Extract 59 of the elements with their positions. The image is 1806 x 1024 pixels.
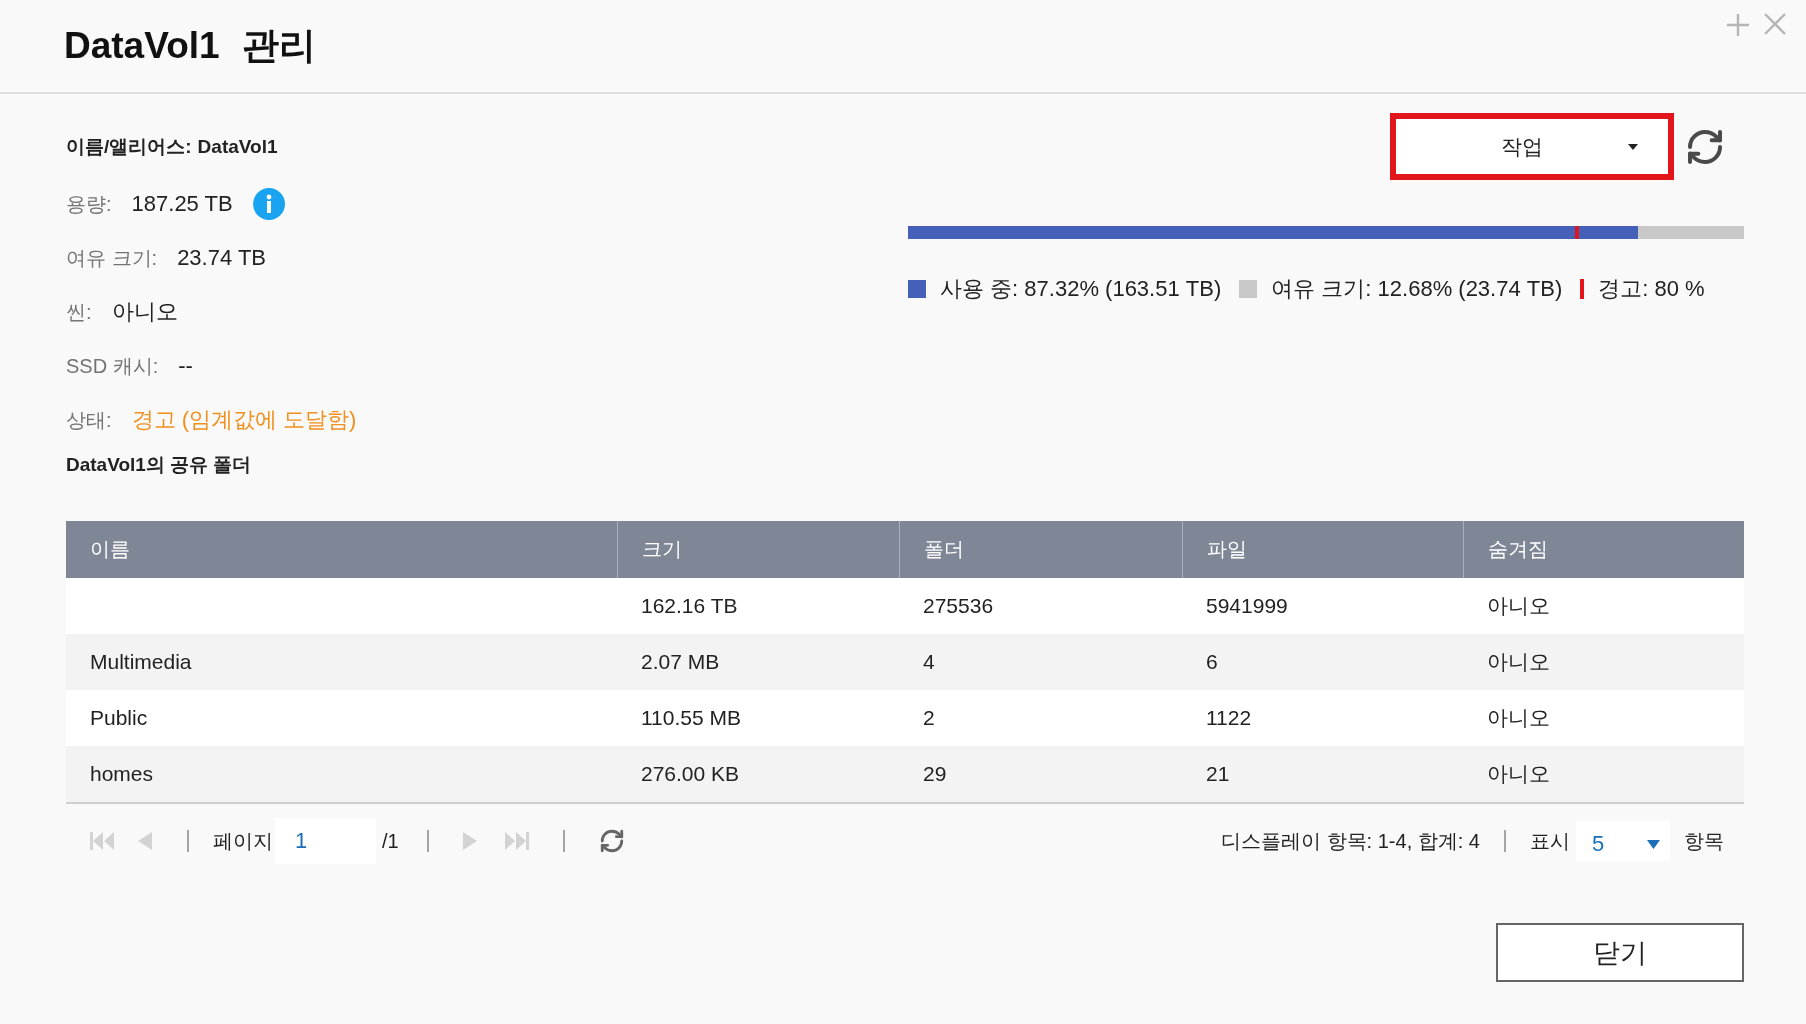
close-icon[interactable] bbox=[1764, 13, 1786, 35]
column-header: 크기 bbox=[642, 537, 682, 562]
detail-label: 여유 크기: bbox=[66, 245, 158, 271]
table-cell: 21 bbox=[1206, 762, 1230, 786]
page-label: 페이지 bbox=[213, 828, 273, 854]
table-cell: 275536 bbox=[923, 594, 994, 618]
caret-icon bbox=[1628, 143, 1638, 150]
per-page-unit: 항목 bbox=[1684, 828, 1724, 854]
table-cell: 5941999 bbox=[1206, 594, 1288, 618]
detail-label: 용량: bbox=[66, 191, 112, 217]
detail-value: DataVol1 bbox=[197, 136, 278, 158]
info-icon[interactable] bbox=[252, 188, 285, 220]
table-cell: 29 bbox=[923, 762, 947, 786]
detail-value: 187.25 TB bbox=[131, 191, 233, 217]
table-cell: homes bbox=[90, 762, 154, 786]
table-cell: 2.07 MB bbox=[641, 650, 720, 674]
column-header: 파일 bbox=[1207, 537, 1247, 562]
table-cell: 276.00 KB bbox=[641, 762, 740, 786]
table-cell: 2 bbox=[923, 706, 935, 730]
status-value: 경고 (임계값에 도달함) bbox=[131, 406, 357, 434]
table-cell: 1122 bbox=[1206, 706, 1252, 730]
window-title: DataVol1 관리 bbox=[64, 24, 316, 68]
detail-value: 아니오 bbox=[111, 298, 178, 326]
detail-label: SSD 캐시: bbox=[66, 353, 159, 379]
detail-label: 상태: bbox=[66, 407, 112, 433]
table-cell-text: 아니오 bbox=[1487, 761, 1550, 787]
page-total: /1 bbox=[382, 829, 399, 853]
detail-label: 씬: bbox=[66, 299, 92, 325]
table-cell-text: 아니오 bbox=[1487, 705, 1550, 731]
table-cell-text: 아니오 bbox=[1487, 593, 1550, 619]
table-cell-text: 아니오 bbox=[1487, 649, 1550, 675]
column-header: 이름 bbox=[90, 537, 130, 562]
table-cell: 4 bbox=[923, 650, 935, 674]
warning-mark-icon bbox=[1580, 279, 1585, 299]
detail-label: 이름/앨리어스: bbox=[66, 135, 192, 159]
refresh-icon[interactable] bbox=[598, 828, 625, 854]
per-page-label: 표시 bbox=[1530, 828, 1570, 854]
close-button[interactable]: 닫기 bbox=[1496, 923, 1744, 982]
column-header: 폴더 bbox=[924, 537, 964, 562]
actions-dropdown[interactable]: 작업 bbox=[1390, 113, 1674, 180]
plus-icon[interactable] bbox=[1726, 13, 1750, 37]
free-swatch-icon bbox=[1239, 280, 1258, 298]
table-cell: 110.55 MB bbox=[641, 706, 741, 730]
table-cell: 162.16 TB bbox=[641, 594, 738, 618]
detail-value: 23.74 TB bbox=[177, 245, 266, 271]
used-swatch-icon bbox=[908, 280, 926, 298]
caret-icon bbox=[1647, 839, 1660, 849]
legend-text: 사용 중: 87.32% (163.51 TB) bbox=[940, 275, 1222, 303]
table-cell: Multimedia bbox=[90, 650, 192, 674]
table-cell: 6 bbox=[1206, 650, 1218, 674]
page-number-field[interactable]: 1 bbox=[275, 818, 376, 864]
detail-value: -- bbox=[178, 353, 193, 379]
column-header: 숨겨짐 bbox=[1488, 537, 1548, 562]
section-title: DataVol1의 공유 폴더 bbox=[66, 453, 252, 477]
per-page-select[interactable]: 5 bbox=[1576, 821, 1670, 861]
table-cell: Public bbox=[90, 706, 148, 730]
legend-text: 여유 크기: 12.68% (23.74 TB) bbox=[1271, 275, 1563, 303]
items-summary: 디스플레이 항목: 1-4, 합계: 4 bbox=[1221, 828, 1480, 854]
legend-text: 경고: 80 % bbox=[1598, 275, 1705, 303]
